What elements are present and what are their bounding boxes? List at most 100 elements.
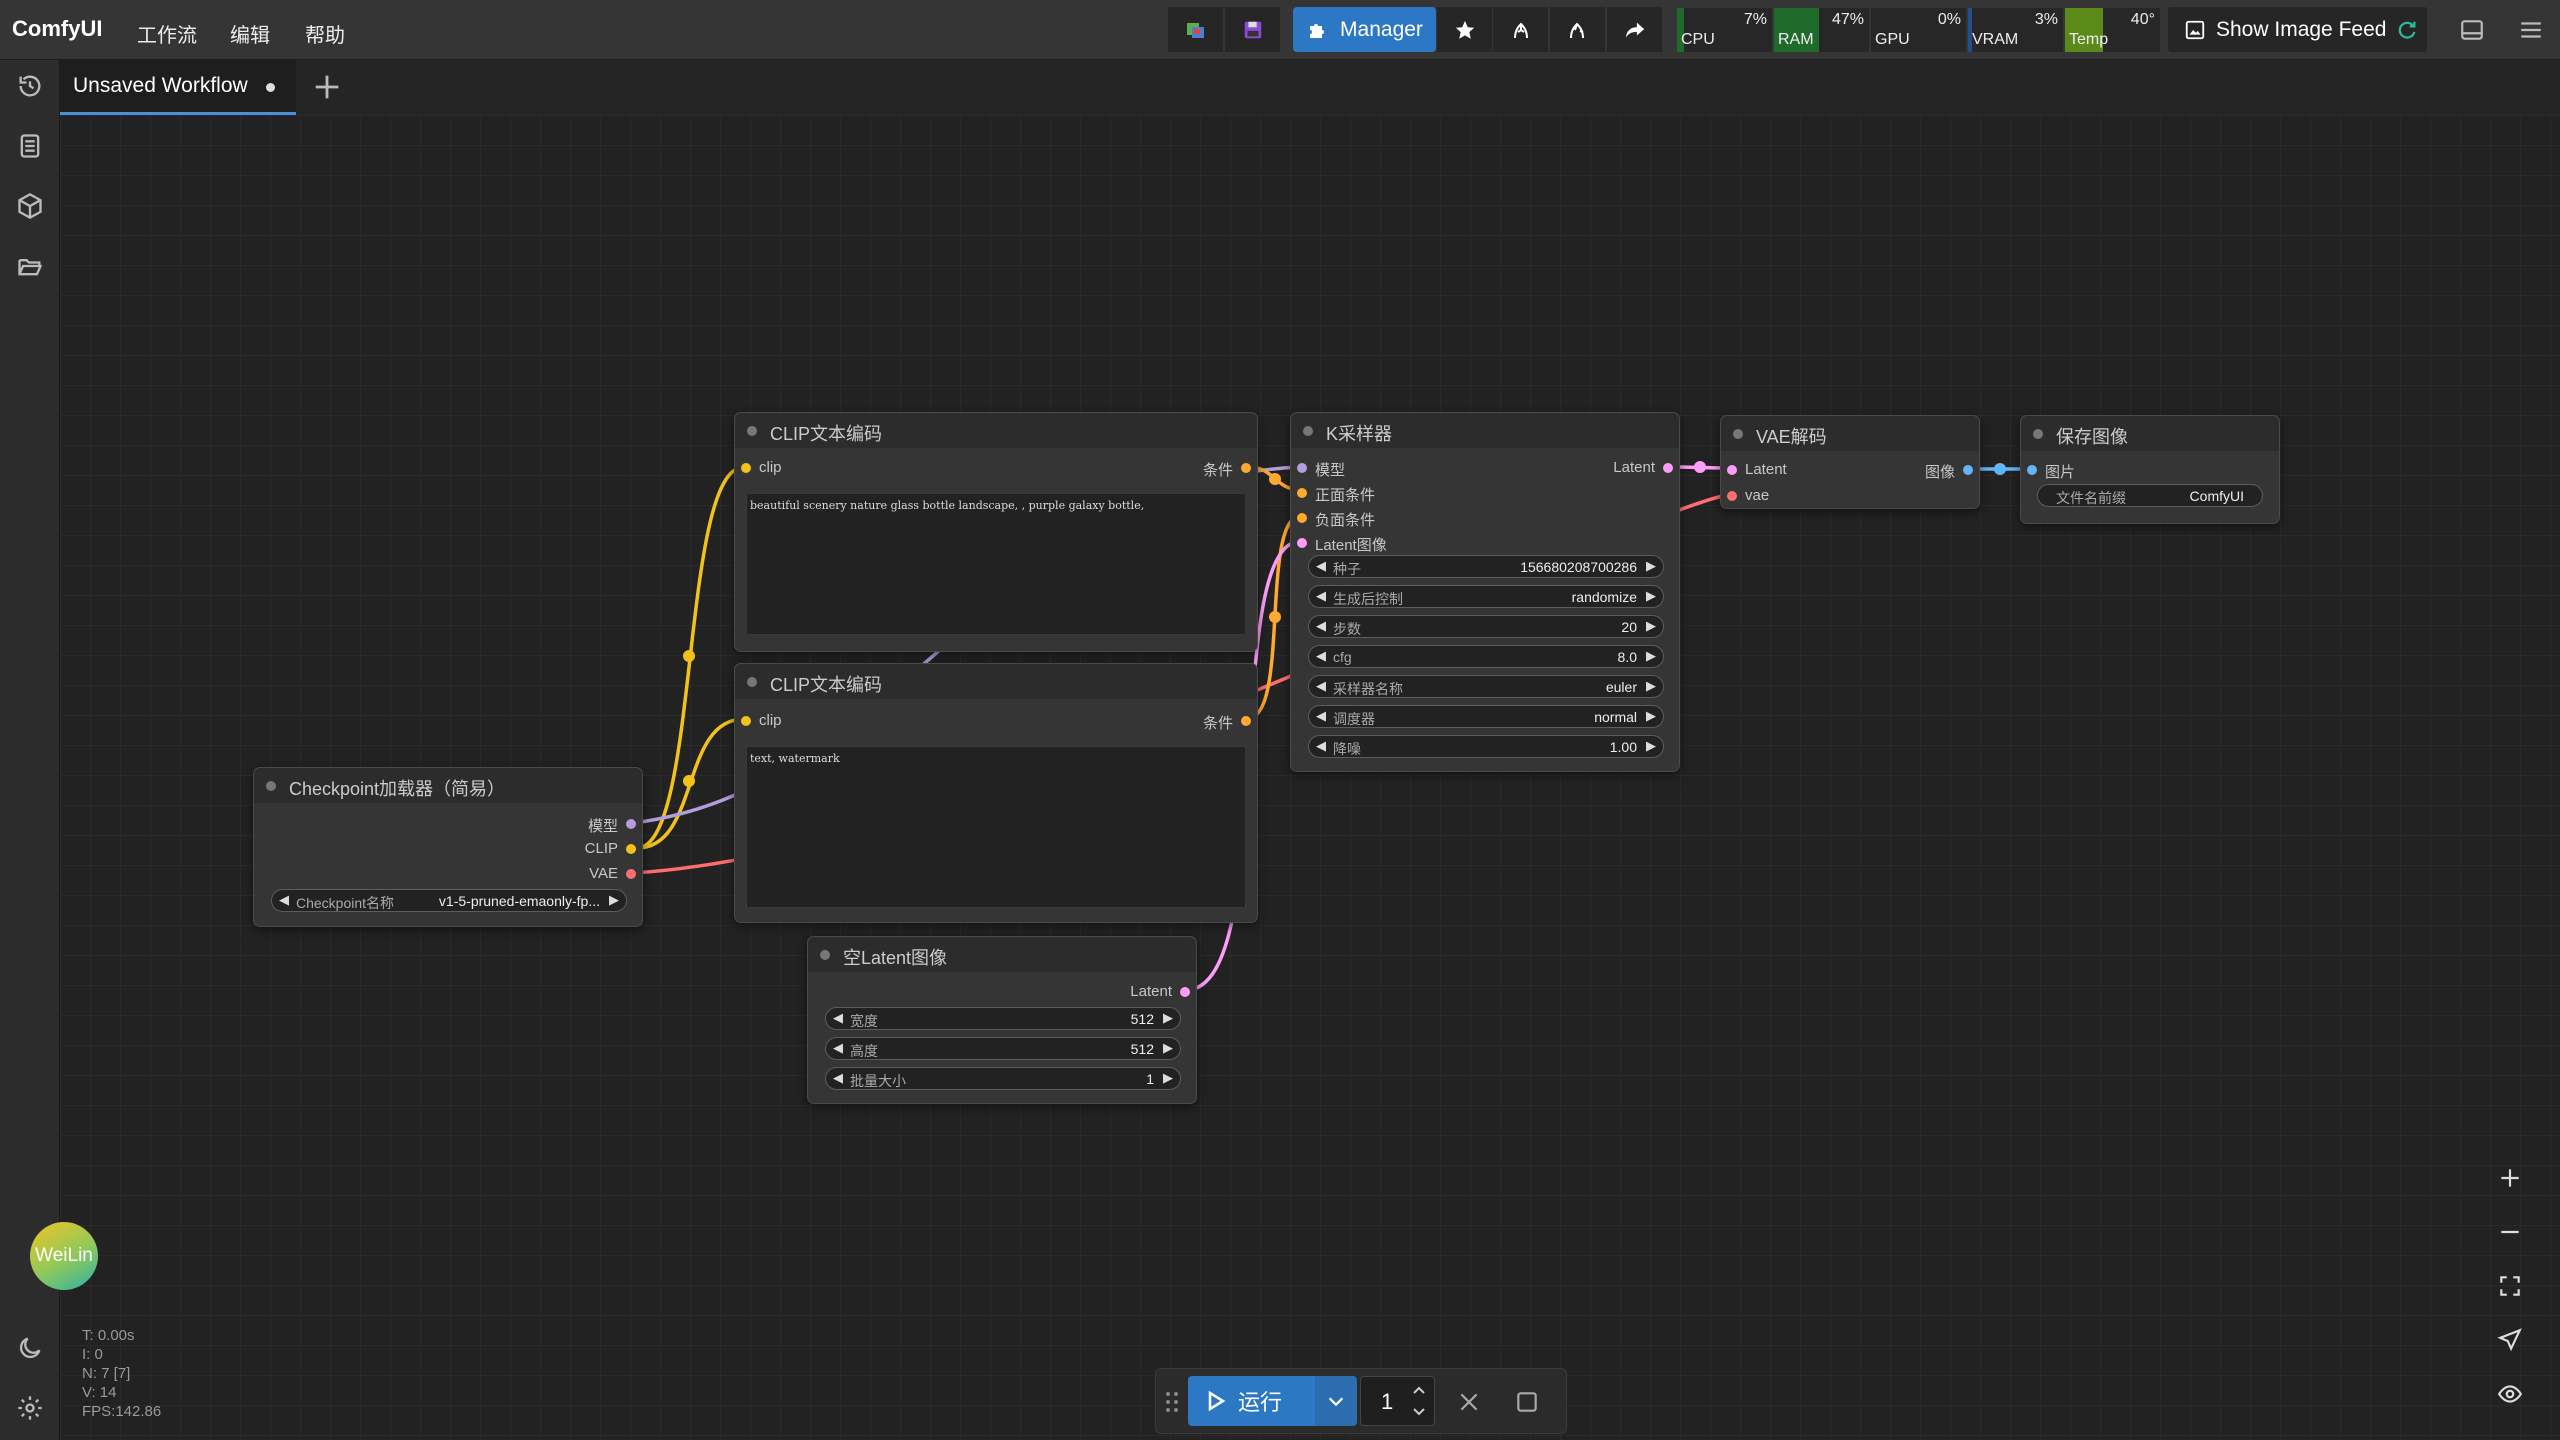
output-slot-clip[interactable]: CLIP — [585, 840, 636, 857]
collapse-dot-icon[interactable] — [747, 426, 757, 436]
input-slot-clip[interactable]: clip — [741, 459, 782, 476]
decrement-arrow-icon[interactable]: ◀ — [833, 1040, 843, 1056]
prompt-textarea[interactable]: text, watermark — [746, 746, 1246, 908]
decrement-arrow-icon[interactable]: ◀ — [1316, 588, 1326, 604]
batch-count-stepper[interactable]: 1 — [1360, 1376, 1435, 1426]
widget-height[interactable]: ◀ 高度 512 ▶ — [825, 1037, 1181, 1060]
output-slot-conditioning[interactable]: 条件 — [1203, 459, 1251, 480]
increment-arrow-icon[interactable]: ▶ — [1163, 1010, 1173, 1026]
widget-control-after-generate[interactable]: ◀ 生成后控制 randomize ▶ — [1308, 585, 1664, 608]
input-slot-latent-image[interactable]: Latent图像 — [1297, 534, 1387, 555]
output-slot-latent[interactable]: Latent — [1130, 983, 1190, 1000]
stop-square-icon[interactable] — [1514, 1389, 1540, 1415]
fit-view-button[interactable] — [2490, 1266, 2530, 1306]
widget-batch-size[interactable]: ◀ 批量大小 1 ▶ — [825, 1067, 1181, 1090]
model-share-button[interactable] — [1493, 7, 1548, 52]
folder-open-icon[interactable] — [16, 252, 44, 280]
increment-arrow-icon[interactable]: ▶ — [1646, 678, 1656, 694]
output-slot-vae[interactable]: VAE — [589, 865, 636, 882]
input-slot-positive[interactable]: 正面条件 — [1297, 484, 1375, 505]
output-slot-model[interactable]: 模型 — [588, 815, 636, 836]
user-avatar[interactable]: WeiLin — [30, 1222, 98, 1290]
input-slot-vae[interactable]: vae — [1727, 487, 1769, 504]
share-button[interactable] — [1607, 7, 1662, 52]
node-title-bar[interactable]: CLIP文本编码 — [735, 664, 1257, 699]
increment-arrow-icon[interactable]: ▶ — [1646, 708, 1656, 724]
batch-count-value[interactable]: 1 — [1381, 1389, 1393, 1415]
node-title-bar[interactable]: 保存图像 — [2021, 416, 2279, 451]
increment-arrow-icon[interactable]: ▶ — [1163, 1070, 1173, 1086]
collapse-dot-icon[interactable] — [1733, 429, 1743, 439]
node-library-icon[interactable] — [16, 132, 44, 160]
widget-cfg[interactable]: ◀ cfg 8.0 ▶ — [1308, 645, 1664, 668]
node-save-image[interactable]: 保存图像 图片 文件名前缀 ComfyUI — [2020, 415, 2280, 524]
tab-unsaved-workflow[interactable]: Unsaved Workflow — [60, 60, 296, 115]
widget-filename-prefix[interactable]: 文件名前缀 ComfyUI — [2037, 484, 2263, 507]
input-slot-model[interactable]: 模型 — [1297, 459, 1345, 480]
increment-arrow-icon[interactable]: ▶ — [1646, 648, 1656, 664]
input-slot-images[interactable]: 图片 — [2027, 461, 2075, 482]
favorites-button[interactable] — [1437, 7, 1492, 52]
collapse-dot-icon[interactable] — [1303, 426, 1313, 436]
node-title-bar[interactable]: VAE解码 — [1721, 416, 1979, 451]
widget-seed[interactable]: ◀ 种子 156680208700286 ▶ — [1308, 555, 1664, 578]
node-clip-text-encode-positive[interactable]: CLIP文本编码 clip 条件 beautiful scenery natur… — [734, 412, 1258, 652]
hamburger-menu-icon[interactable] — [2518, 17, 2544, 43]
node-empty-latent-image[interactable]: 空Latent图像 Latent ◀ 宽度 512 ▶ ◀ 高度 512 ▶ ◀ 批量大小 1 ▶ — [807, 936, 1197, 1104]
model-library-icon[interactable] — [16, 192, 44, 220]
chevron-down-small-icon[interactable] — [1411, 1405, 1427, 1419]
queue-image-button[interactable] — [1168, 7, 1223, 52]
increment-arrow-icon[interactable]: ▶ — [1646, 618, 1656, 634]
input-slot-negative[interactable]: 负面条件 — [1297, 509, 1375, 530]
theme-toggle-icon[interactable] — [16, 1334, 44, 1362]
save-workflow-button[interactable] — [1225, 7, 1280, 52]
drag-handle-icon[interactable] — [1164, 1390, 1180, 1414]
output-slot-conditioning[interactable]: 条件 — [1203, 712, 1251, 733]
zoom-in-button[interactable] — [2490, 1158, 2530, 1198]
widget-sampler-name[interactable]: ◀ 采样器名称 euler ▶ — [1308, 675, 1664, 698]
zoom-out-button[interactable] — [2490, 1212, 2530, 1252]
collapse-dot-icon[interactable] — [820, 950, 830, 960]
decrement-arrow-icon[interactable]: ◀ — [833, 1070, 843, 1086]
collapse-dot-icon[interactable] — [747, 677, 757, 687]
menu-workflow[interactable]: 工作流 — [137, 19, 197, 48]
node-title-bar[interactable]: 空Latent图像 — [808, 937, 1196, 972]
prompt-textarea[interactable]: beautiful scenery nature glass bottle la… — [746, 493, 1246, 635]
image-feed-button[interactable]: Show Image Feed — [2168, 7, 2427, 52]
node-vae-decode[interactable]: VAE解码 Latent vae 图像 — [1720, 415, 1980, 509]
manager-button[interactable]: Manager — [1293, 7, 1436, 52]
menu-edit[interactable]: 编辑 — [230, 19, 270, 48]
decrement-arrow-icon[interactable]: ◀ — [1316, 558, 1326, 574]
widget-denoise[interactable]: ◀ 降噪 1.00 ▶ — [1308, 735, 1664, 758]
widget-width[interactable]: ◀ 宽度 512 ▶ — [825, 1007, 1181, 1030]
node-clip-text-encode-negative[interactable]: CLIP文本编码 clip 条件 text, watermark — [734, 663, 1258, 923]
output-slot-image[interactable]: 图像 — [1925, 461, 1973, 482]
run-button[interactable]: 运行 — [1188, 1376, 1315, 1426]
input-slot-latent[interactable]: Latent — [1727, 461, 1787, 478]
history-icon[interactable] — [16, 72, 44, 100]
add-tab-plus-icon[interactable] — [310, 70, 344, 104]
decrement-arrow-icon[interactable]: ◀ — [279, 892, 289, 908]
decrement-arrow-icon[interactable]: ◀ — [1316, 678, 1326, 694]
decrement-arrow-icon[interactable]: ◀ — [1316, 708, 1326, 724]
widget-scheduler[interactable]: ◀ 调度器 normal ▶ — [1308, 705, 1664, 728]
decrement-arrow-icon[interactable]: ◀ — [1316, 738, 1326, 754]
decrement-arrow-icon[interactable]: ◀ — [833, 1010, 843, 1026]
collapse-dot-icon[interactable] — [2033, 429, 2043, 439]
node-title-bar[interactable]: K采样器 — [1291, 413, 1679, 448]
increment-arrow-icon[interactable]: ▶ — [1163, 1040, 1173, 1056]
panel-toggle-icon[interactable] — [2459, 17, 2485, 43]
menu-help[interactable]: 帮助 — [305, 19, 345, 48]
node-checkpoint-loader[interactable]: Checkpoint加载器（简易） 模型 CLIP VAE ◀ Checkpoi… — [253, 767, 643, 927]
increment-arrow-icon[interactable]: ▶ — [609, 892, 619, 908]
widget-steps[interactable]: ◀ 步数 20 ▶ — [1308, 615, 1664, 638]
node-ksampler[interactable]: K采样器 模型 正面条件 负面条件 Latent图像 Latent ◀ 种子 156… — [1290, 412, 1680, 772]
decrement-arrow-icon[interactable]: ◀ — [1316, 618, 1326, 634]
increment-arrow-icon[interactable]: ▶ — [1646, 558, 1656, 574]
input-slot-clip[interactable]: clip — [741, 712, 782, 729]
decrement-arrow-icon[interactable]: ◀ — [1316, 648, 1326, 664]
increment-arrow-icon[interactable]: ▶ — [1646, 588, 1656, 604]
output-slot-latent[interactable]: Latent — [1613, 459, 1673, 476]
toggle-links-button[interactable] — [2490, 1374, 2530, 1414]
run-mode-dropdown[interactable] — [1315, 1376, 1357, 1426]
